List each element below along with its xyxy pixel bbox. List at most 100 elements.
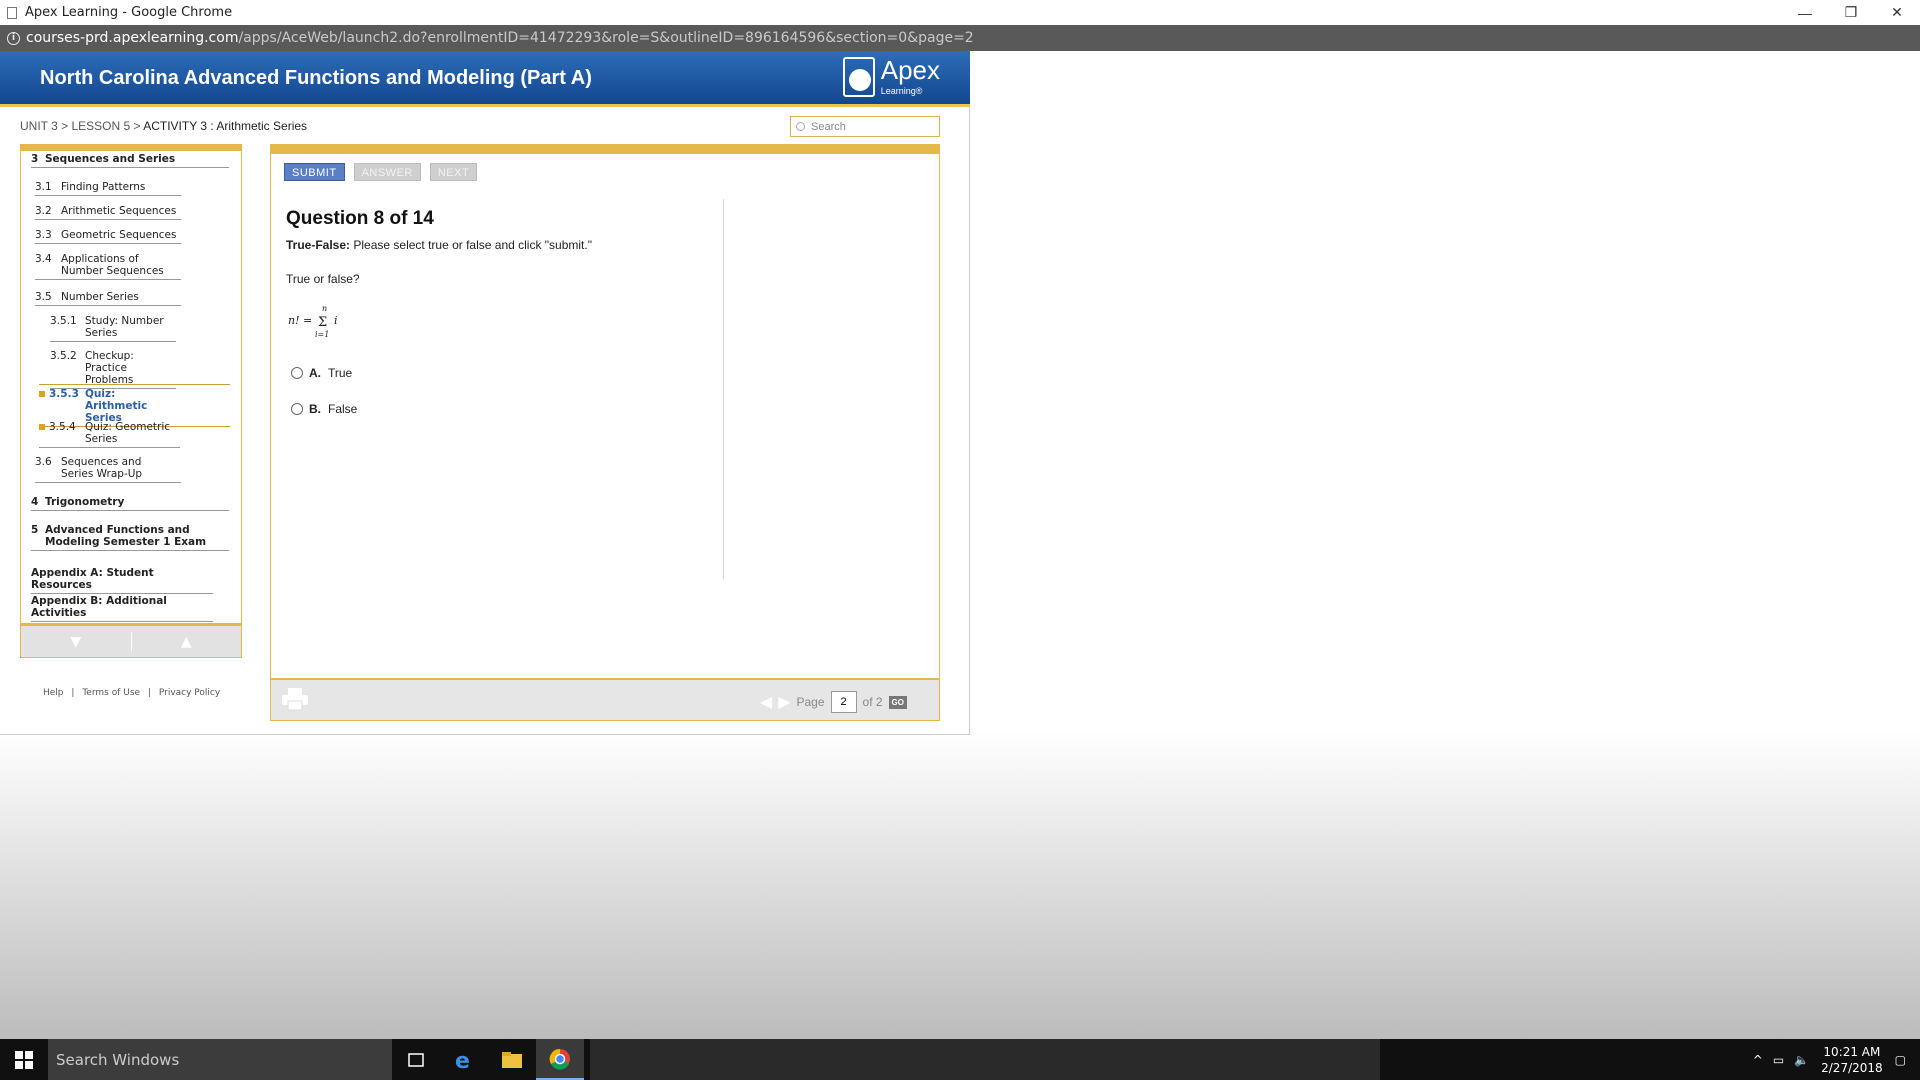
- chrome-icon[interactable]: [536, 1039, 584, 1080]
- search-placeholder: Search: [811, 120, 846, 133]
- choice-label[interactable]: False: [328, 402, 357, 416]
- clock-date: 2/27/2018: [1821, 1060, 1883, 1075]
- page-of-label: of 2: [862, 695, 883, 709]
- clock[interactable]: 10:21 AM 2/27/2018: [1821, 1044, 1883, 1076]
- submit-button[interactable]: SUBMIT: [284, 163, 345, 181]
- restore-button[interactable]: ❐: [1828, 0, 1874, 25]
- notifications-icon[interactable]: ▢: [1895, 1053, 1906, 1067]
- info-icon[interactable]: i: [7, 31, 20, 45]
- network-icon[interactable]: ▭: [1773, 1053, 1784, 1067]
- scroll-up-button[interactable]: ▲: [132, 626, 242, 657]
- breadcrumb-sep: >: [57, 119, 72, 133]
- prev-page-arrow-icon[interactable]: ◀: [760, 692, 772, 712]
- sidebar-num: 3.5.2: [50, 350, 77, 362]
- browser-viewport: North Carolina Advanced Functions and Mo…: [0, 51, 1920, 1039]
- sidebar-num: 3.1: [35, 181, 52, 193]
- logo-mark-icon: [842, 57, 875, 97]
- sidebar-item-3-2[interactable]: 3.2 Arithmetic Sequences: [35, 205, 181, 220]
- breadcrumb-unit[interactable]: UNIT 3: [20, 119, 58, 133]
- logo-sub: Learning®: [880, 86, 923, 96]
- minimize-button[interactable]: —: [1782, 0, 1828, 25]
- next-button[interactable]: NEXT: [429, 163, 478, 181]
- sidebar-num: 3.5.3: [49, 388, 79, 400]
- close-button[interactable]: ✕: [1874, 0, 1920, 25]
- formula-summand: i: [334, 314, 338, 327]
- taskbar-empty-area: [590, 1039, 1380, 1080]
- formula-lhs: n! =: [288, 314, 312, 327]
- sidebar-label: Quiz: Arithmetic Series: [85, 388, 148, 424]
- terms-link[interactable]: Terms of Use: [82, 688, 140, 698]
- course-title: North Carolina Advanced Functions and Mo…: [40, 67, 592, 89]
- course-outline-sidebar: 3 Sequences and Series 3.1 Finding Patte…: [20, 144, 242, 658]
- link-sep: |: [71, 688, 75, 698]
- sidebar-unit-4[interactable]: 4 Trigonometry: [31, 496, 229, 511]
- sidebar-item-3-5-1[interactable]: 3.5.1 Study: Number Series: [50, 315, 176, 342]
- volume-icon[interactable]: 🔈: [1794, 1053, 1809, 1067]
- url-host[interactable]: courses-prd.apexlearning.com: [26, 30, 238, 46]
- sidebar-unit-3[interactable]: 3 Sequences and Series: [31, 153, 229, 168]
- file-explorer-icon[interactable]: [488, 1039, 536, 1080]
- sidebar-appendix-b[interactable]: Appendix B: Additional Activities: [31, 595, 213, 622]
- clock-time: 10:21 AM: [1823, 1044, 1881, 1059]
- sidebar-num: 3.3: [35, 229, 52, 241]
- search-input[interactable]: Search: [790, 116, 940, 137]
- sidebar-unit-5[interactable]: 5 Advanced Functions and Modeling Semest…: [31, 524, 229, 551]
- current-bullet-icon: [39, 391, 45, 397]
- instruction-label: True-False:: [286, 238, 351, 252]
- sidebar-label: Advanced Functions and Modeling Semester…: [45, 524, 207, 548]
- question-title: Question 8 of 14: [286, 208, 434, 229]
- task-view-icon[interactable]: [392, 1039, 440, 1080]
- sidebar-label: Number Series: [61, 291, 139, 303]
- breadcrumb-lesson[interactable]: LESSON 5: [71, 119, 130, 133]
- url-path[interactable]: /apps/AceWeb/launch2.do?enrollmentID=414…: [238, 30, 973, 46]
- choice-b[interactable]: B. False: [291, 402, 357, 416]
- sidebar-num: 3.2: [35, 205, 52, 217]
- chevron-up-icon[interactable]: ^: [1753, 1053, 1763, 1067]
- sidebar-item-3-4[interactable]: 3.4 Applications of Number Sequences: [35, 253, 181, 280]
- go-button[interactable]: GO: [888, 695, 907, 709]
- sidebar-label: Sequences and Series Wrap-Up: [61, 456, 143, 480]
- sidebar-item-3-5[interactable]: 3.5 Number Series: [35, 291, 181, 306]
- question-pane: SUBMIT ANSWER NEXT Question 8 of 14 True…: [270, 144, 940, 721]
- window-titlebar: Apex Learning - Google Chrome — ❐ ✕: [0, 0, 1920, 25]
- privacy-link[interactable]: Privacy Policy: [159, 688, 220, 698]
- pane-footer: ◀ ▶ Page of 2 GO: [271, 678, 939, 720]
- sigma-icon: Σ: [318, 315, 327, 330]
- apex-app: North Carolina Advanced Functions and Mo…: [0, 51, 970, 735]
- sidebar-num: 3.5.4: [49, 421, 76, 433]
- sidebar-num: 3.5.1: [50, 315, 77, 327]
- help-link[interactable]: Help: [43, 688, 64, 698]
- sidebar-item-3-6[interactable]: 3.6 Sequences and Series Wrap-Up: [35, 456, 181, 483]
- sidebar-label: Finding Patterns: [61, 181, 146, 193]
- windows-start-icon[interactable]: [0, 1039, 48, 1080]
- sidebar-label: Appendix B: Additional Activities: [31, 595, 167, 619]
- sidebar-appendix-a[interactable]: Appendix A: Student Resources: [31, 567, 213, 594]
- choice-label[interactable]: True: [328, 366, 352, 380]
- print-icon[interactable]: [281, 687, 309, 711]
- scroll-down-button[interactable]: ▼: [21, 626, 131, 657]
- page-icon: [7, 6, 17, 19]
- sidebar-num: 3.6: [35, 456, 52, 468]
- system-tray: ^ ▭ 🔈 10:21 AM 2/27/2018 ▢: [1753, 1039, 1920, 1080]
- sidebar-item-3-3[interactable]: 3.3 Geometric Sequences: [35, 229, 181, 244]
- sidebar-label: Checkup: Practice Problems: [85, 350, 134, 386]
- answer-button[interactable]: ANSWER: [353, 163, 421, 181]
- edge-icon[interactable]: e: [440, 1039, 488, 1080]
- page-number-input[interactable]: [830, 691, 857, 713]
- apex-logo: Apex Learning®: [842, 57, 940, 97]
- choice-a[interactable]: A. True: [291, 366, 352, 380]
- radio-a[interactable]: [291, 367, 303, 379]
- windows-search-box[interactable]: Search Windows: [48, 1039, 392, 1080]
- sidebar-label: Study: Number Series: [85, 315, 164, 339]
- svg-text:e: e: [455, 1049, 470, 1071]
- sidebar-label: Arithmetic Sequences: [61, 205, 177, 217]
- sidebar-label: Quiz: Geometric Series: [85, 421, 171, 445]
- formula-sum-lower: i=1: [315, 330, 329, 339]
- sidebar-label: Geometric Sequences: [61, 229, 177, 241]
- sidebar-label: Applications of Number Sequences: [61, 253, 164, 277]
- radio-b[interactable]: [291, 403, 303, 415]
- next-page-arrow-icon[interactable]: ▶: [778, 692, 790, 712]
- sidebar-item-3-1[interactable]: 3.1 Finding Patterns: [35, 181, 181, 196]
- address-bar[interactable]: i courses-prd.apexlearning.com/apps/AceW…: [0, 25, 1920, 51]
- sidebar-item-3-5-4[interactable]: 3.5.4 Quiz: Geometric Series: [39, 421, 180, 448]
